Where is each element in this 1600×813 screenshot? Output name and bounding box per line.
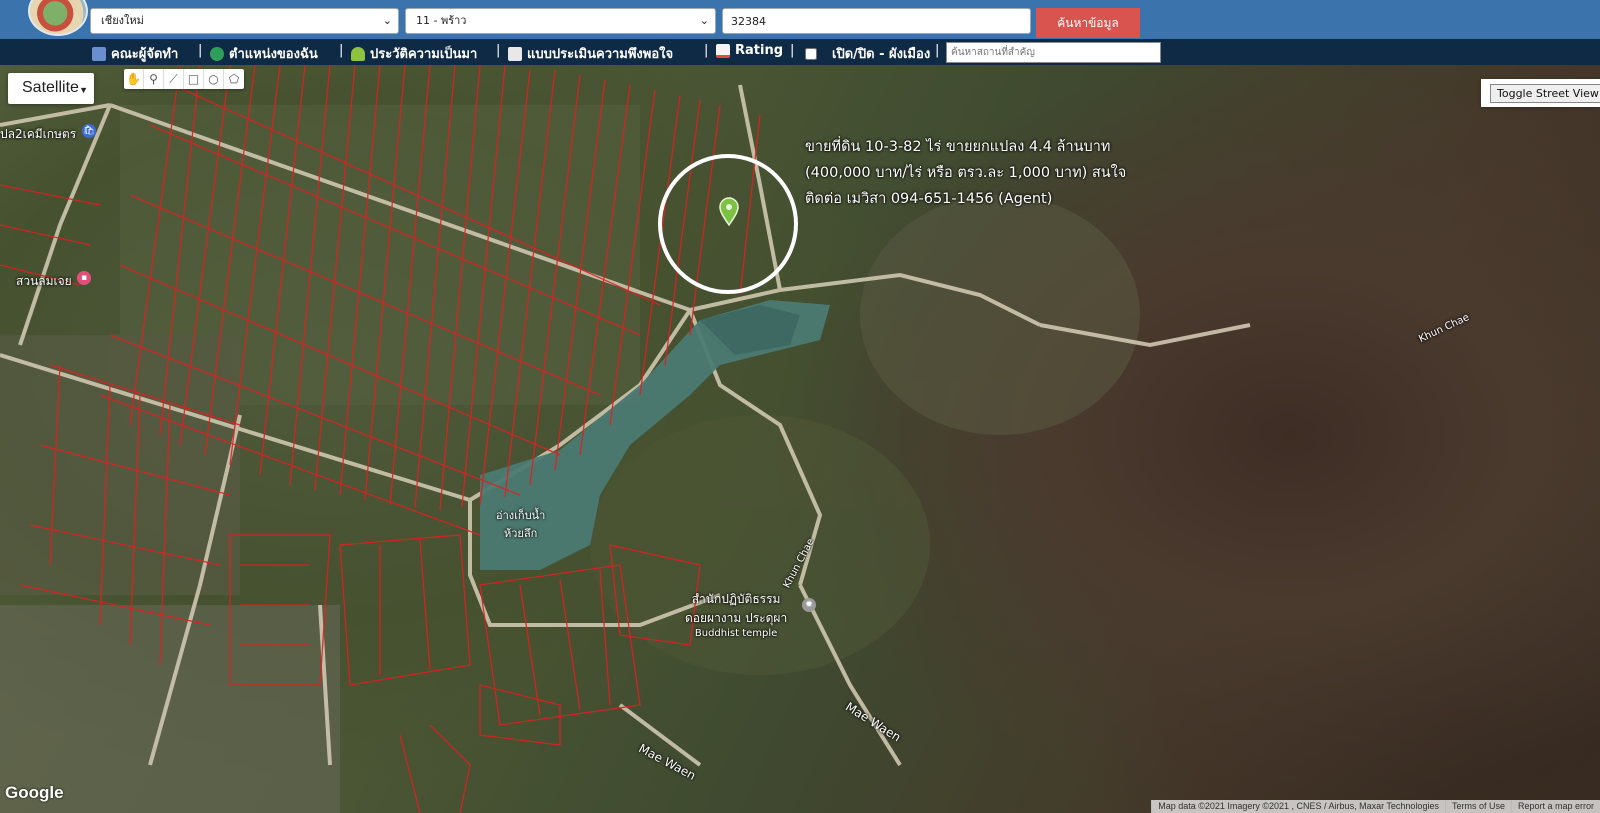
parcel-number-input[interactable] bbox=[722, 8, 1031, 34]
team-icon bbox=[92, 46, 106, 61]
rectangle-tool-icon[interactable]: □ bbox=[184, 69, 204, 89]
google-logo[interactable]: Google bbox=[5, 783, 64, 803]
polygon-tool-icon[interactable]: ⬠ bbox=[224, 69, 244, 89]
zoning-toggle-checkbox[interactable] bbox=[805, 47, 817, 60]
satellite-map[interactable]: Satellite ▼ ✋ ⚲ ⟋ □ ○ ⬠ Toggle Street Vi… bbox=[0, 65, 1600, 813]
menu-item-history[interactable]: ประวัติความเป็นมา bbox=[351, 43, 477, 64]
listing-line: (400,000 บาท/ไร่ หรือ ตรว.ละ 1,000 บาท) … bbox=[805, 165, 1127, 181]
caret-down-icon: ▼ bbox=[79, 85, 88, 95]
menu-separator: | bbox=[704, 43, 709, 58]
chevron-down-icon: ⌄ bbox=[382, 14, 392, 27]
shop-pin-icon[interactable]: 🛍 bbox=[82, 124, 96, 138]
top-search-bar: เชียงใหม่ ⌄ 11 - พร้าว ⌄ ค้นหาข้อมูล bbox=[0, 0, 1600, 39]
menu-separator: | bbox=[790, 43, 795, 58]
menu-item-label: Rating bbox=[735, 43, 784, 58]
reservoir-label-line: อ่างเก็บน้ำ bbox=[496, 509, 546, 522]
street-view-panel: Toggle Street View bbox=[1481, 79, 1600, 107]
temple-pin-icon[interactable]: ✹ bbox=[802, 598, 816, 612]
search-button[interactable]: ค้นหาข้อมูล bbox=[1036, 8, 1140, 38]
menu-item-label: คณะผู้จัดทำ bbox=[111, 47, 179, 62]
reservoir-label-line: ห้วยลึก bbox=[503, 527, 538, 540]
province-select[interactable]: เชียงใหม่ ⌄ bbox=[90, 8, 399, 34]
globe-icon bbox=[210, 46, 224, 61]
menu-item-label: ประวัติความเป็นมา bbox=[370, 47, 478, 62]
marker-tool-icon[interactable]: ⚲ bbox=[144, 69, 164, 89]
province-select-value: เชียงใหม่ bbox=[101, 14, 144, 27]
chart-icon bbox=[716, 43, 730, 58]
district-select[interactable]: 11 - พร้าว ⌄ bbox=[405, 8, 716, 34]
hotel-pin-icon[interactable]: ▪ bbox=[77, 271, 91, 285]
map-attribution: Map data ©2021 Imagery ©2021 , CNES / Ai… bbox=[1151, 800, 1600, 813]
drawing-toolbar: ✋ ⚲ ⟋ □ ○ ⬠ bbox=[124, 69, 244, 89]
listing-line: ติดต่อ เมวิสา 094-651-1456 (Agent) bbox=[805, 191, 1053, 207]
menu-separator: | bbox=[496, 43, 501, 58]
menu-separator: | bbox=[935, 43, 940, 58]
temple-type-label: Buddhist temple bbox=[694, 628, 778, 639]
menu-separator: | bbox=[198, 43, 203, 58]
menu-item-my-location[interactable]: ตำแหน่งของฉัน bbox=[210, 43, 318, 64]
site-logo bbox=[28, 0, 88, 36]
map-type-button[interactable]: Satellite ▼ bbox=[8, 73, 94, 104]
sprout-icon bbox=[351, 46, 365, 61]
temple-label-line: สำนักปฏิบัติธรรม bbox=[691, 592, 781, 606]
report-map-error-link[interactable]: Report a map error bbox=[1510, 800, 1600, 813]
toggle-street-view-button[interactable]: Toggle Street View bbox=[1490, 84, 1600, 103]
document-icon bbox=[508, 46, 522, 61]
menu-item-zoning-toggle[interactable]: เปิด/ปิด - ผังเมือง bbox=[805, 43, 930, 64]
map-type-label: Satellite bbox=[22, 79, 79, 96]
listing-line: ขายที่ดิน 10-3-82 ไร่ ขายยกแปลง 4.4 ล้าน… bbox=[805, 139, 1111, 155]
menu-item-team[interactable]: คณะผู้จัดทำ bbox=[92, 43, 178, 64]
menu-separator: | bbox=[339, 43, 344, 58]
location-marker-icon[interactable] bbox=[719, 197, 739, 227]
circle-tool-icon[interactable]: ○ bbox=[204, 69, 224, 89]
hand-icon[interactable]: ✋ bbox=[124, 69, 144, 89]
map-data-credit: Map data ©2021 Imagery ©2021 , CNES / Ai… bbox=[1151, 800, 1445, 813]
terms-of-use-link[interactable]: Terms of Use bbox=[1444, 800, 1511, 813]
polyline-tool-icon[interactable]: ⟋ bbox=[164, 69, 184, 89]
chevron-down-icon: ⌄ bbox=[699, 14, 709, 27]
landmark-search-input[interactable] bbox=[946, 42, 1161, 63]
menu-item-label: ตำแหน่งของฉัน bbox=[229, 47, 318, 62]
land-listing-text: ขายที่ดิน 10-3-82 ไร่ ขายยกแปลง 4.4 ล้าน… bbox=[805, 134, 1165, 212]
poi-label[interactable]: สวนลมเจย bbox=[16, 272, 72, 291]
temple-label-line: ดอยผางาม ประดุผา bbox=[685, 611, 788, 625]
menu-item-label: เปิด/ปิด - ผังเมือง bbox=[832, 47, 931, 62]
district-select-value: 11 - พร้าว bbox=[416, 14, 467, 27]
menu-item-rating[interactable]: Rating bbox=[716, 43, 783, 58]
menu-item-survey[interactable]: แบบประเมินความพึงพอใจ bbox=[508, 43, 673, 64]
temple-label[interactable]: สำนักปฏิบัติธรรม ดอยผางาม ประดุผา Buddhi… bbox=[685, 590, 787, 639]
menu-item-label: แบบประเมินความพึงพอใจ bbox=[527, 47, 674, 62]
map-overlay bbox=[0, 65, 1251, 813]
menu-bar: คณะผู้จัดทำ | ตำแหน่งของฉัน | ประวัติควา… bbox=[0, 39, 1600, 65]
reservoir-label[interactable]: อ่างเก็บน้ำ ห้วยลึก bbox=[496, 506, 545, 542]
poi-label[interactable]: ปล2เคมีเกษตร bbox=[0, 125, 76, 144]
